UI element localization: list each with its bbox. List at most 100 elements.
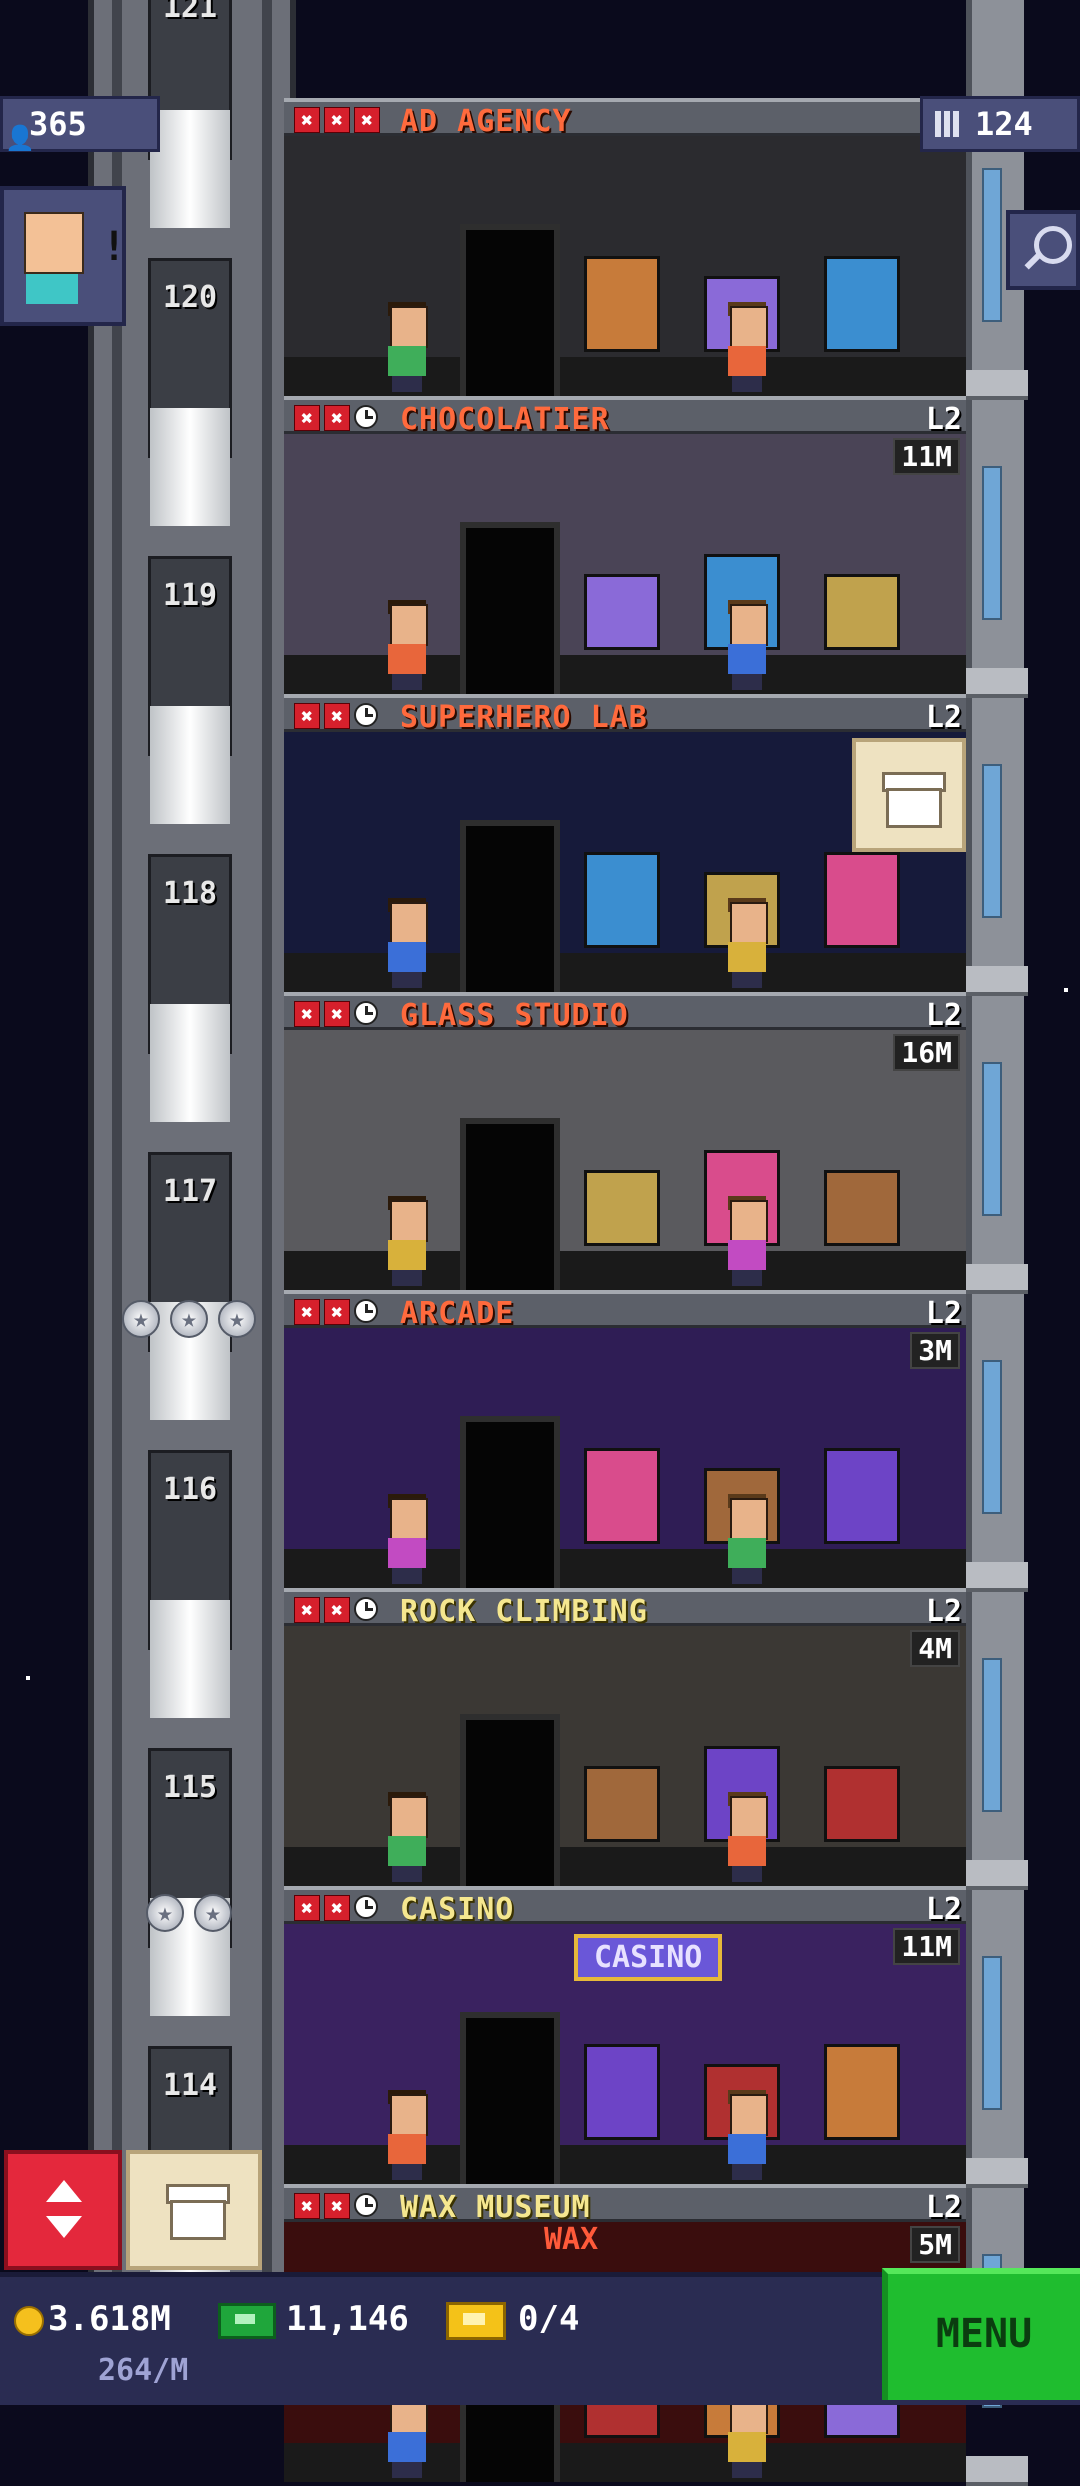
- room-interior: [284, 136, 966, 396]
- floor-row[interactable]: ✖ ✖ CASINO L2 CASINO 11M: [284, 1886, 966, 2184]
- floor-level: L2: [925, 1296, 962, 1331]
- bitizen-sprite[interactable]: [384, 1494, 430, 1584]
- room-furniture: [824, 1766, 900, 1842]
- stock-empty-icon: ✖: [324, 1001, 350, 1027]
- stock-empty-icon: ✖: [354, 107, 380, 133]
- floor-name: ARCADE: [400, 1296, 515, 1331]
- tickets-display[interactable]: 0/4: [446, 2299, 579, 2340]
- floor-counter[interactable]: 124: [920, 96, 1080, 152]
- avatar-face: [24, 212, 84, 274]
- bitizen-sprite[interactable]: [724, 600, 770, 690]
- stock-empty-icon: ✖: [324, 1895, 350, 1921]
- bitizen-sprite[interactable]: [724, 1494, 770, 1584]
- bitizen-sprite[interactable]: [384, 1792, 430, 1882]
- floor-row[interactable]: ✖ ✖ CHOCOLATIER L2 11M: [284, 396, 966, 694]
- stock-empty-icon: ✖: [294, 1001, 320, 1027]
- floor-star-icon: ★: [194, 1894, 232, 1932]
- room-door: [460, 224, 560, 396]
- stock-empty-icon: ✖: [324, 1299, 350, 1325]
- building-window: [982, 466, 1002, 620]
- building-window: [982, 764, 1002, 918]
- coin-icon: [14, 2305, 44, 2336]
- floor-number-label: 120: [162, 280, 218, 315]
- alert-icon: !: [102, 224, 127, 270]
- elevator-cable-light: [150, 1004, 230, 1122]
- search-button[interactable]: [1006, 210, 1080, 290]
- bitizen-sprite[interactable]: [724, 2090, 770, 2180]
- floor-row[interactable]: ✖ ✖ ROCK CLIMBING L2 4M: [284, 1588, 966, 1886]
- bitizen-sprite[interactable]: [724, 898, 770, 988]
- room-interior: [284, 1030, 966, 1290]
- floor-income-badge: 11M: [893, 438, 960, 475]
- elevator-cable-light: [150, 408, 230, 526]
- floor-name: SUPERHERO LAB: [400, 700, 648, 735]
- stock-empty-icon: ✖: [324, 2193, 350, 2219]
- elevator-button[interactable]: [4, 2150, 122, 2270]
- room-door: [460, 522, 560, 694]
- tickets-value: 0/4: [518, 2299, 580, 2339]
- clock-icon: [354, 1001, 378, 1025]
- floor-title-bar: ✖ ✖ CHOCOLATIER L2: [284, 396, 966, 437]
- clock-icon: [354, 703, 378, 727]
- room-furniture: [824, 1448, 900, 1544]
- room-furniture: [584, 2044, 660, 2140]
- building-window: [982, 1658, 1002, 1812]
- room-furniture: [584, 1448, 660, 1544]
- building-window: [982, 1956, 1002, 2110]
- floor-title-bar: ✖ ✖ WAX MUSEUM L2: [284, 2184, 966, 2225]
- bitizen-sprite[interactable]: [384, 600, 430, 690]
- menu-button[interactable]: MENU: [882, 2268, 1080, 2400]
- bitizen-sprite[interactable]: [384, 1196, 430, 1286]
- building-ledge: [966, 966, 1028, 996]
- floor-name: CHOCOLATIER: [400, 402, 610, 437]
- floor-level: L2: [925, 700, 962, 735]
- bitizen-sprite[interactable]: [384, 898, 430, 988]
- bitizen-sprite[interactable]: [384, 302, 430, 392]
- stock-empty-icon: ✖: [324, 1597, 350, 1623]
- floor-star-icon: ★: [146, 1894, 184, 1932]
- floor-income-badge: 16M: [893, 1034, 960, 1071]
- clock-icon: [354, 2193, 378, 2217]
- building-window: [982, 168, 1002, 322]
- floor-star-icon: ★: [122, 1300, 160, 1338]
- stock-empty-icon: ✖: [324, 703, 350, 729]
- bitizen-sprite[interactable]: [384, 2090, 430, 2180]
- floor-number-label: 116: [162, 1472, 218, 1507]
- bux-display[interactable]: 11,146: [218, 2299, 409, 2339]
- floor-row[interactable]: ✖ ✖ ✖ AD AGENCY: [284, 98, 966, 396]
- bitizen-avatar-button[interactable]: !: [0, 186, 126, 326]
- bux-icon: [218, 2302, 276, 2339]
- stock-empty-icon: ✖: [294, 703, 320, 729]
- bitizen-sprite[interactable]: [724, 1196, 770, 1286]
- floor-title-bar: ✖ ✖ ARCADE L2: [284, 1290, 966, 1331]
- floor-income-badge: 3M: [910, 1332, 960, 1369]
- delivery-box-button[interactable]: [852, 738, 966, 852]
- room-furniture: [824, 574, 900, 650]
- clock-icon: [354, 1299, 378, 1323]
- floor-title-bar: ✖ ✖ CASINO L2: [284, 1886, 966, 1927]
- inventory-box-button[interactable]: [126, 2150, 262, 2270]
- bitizen-sprite[interactable]: [724, 302, 770, 392]
- avatar-shirt: [26, 274, 78, 304]
- bitizen-sprite[interactable]: [724, 1792, 770, 1882]
- floor-level: L2: [925, 998, 962, 1033]
- floor-row[interactable]: ✖ ✖ ARCADE L2 3M: [284, 1290, 966, 1588]
- building-icon: [935, 111, 961, 137]
- stock-empty-icon: ✖: [294, 1299, 320, 1325]
- floor-name: WAX MUSEUM: [400, 2190, 591, 2225]
- floor-level: L2: [925, 1594, 962, 1629]
- building-ledge: [966, 1562, 1028, 1592]
- floor-level: L2: [925, 2190, 962, 2225]
- floor-level: L2: [925, 1892, 962, 1927]
- floor-income-badge: 11M: [893, 1928, 960, 1965]
- floor-title-bar: ✖ ✖ ROCK CLIMBING L2: [284, 1588, 966, 1629]
- wax-sign: WAX: [544, 2222, 599, 2257]
- floor-number-label: 114: [162, 2068, 218, 2103]
- stock-empty-icon: ✖: [324, 107, 350, 133]
- floor-row[interactable]: ✖ ✖ GLASS STUDIO L2 16M: [284, 992, 966, 1290]
- elevator-cable-light: [150, 706, 230, 824]
- shaft-rail: [262, 0, 272, 2272]
- population-counter[interactable]: 👤 365: [0, 96, 160, 152]
- population-icon: 👤: [5, 124, 35, 152]
- room-furniture: [824, 256, 900, 352]
